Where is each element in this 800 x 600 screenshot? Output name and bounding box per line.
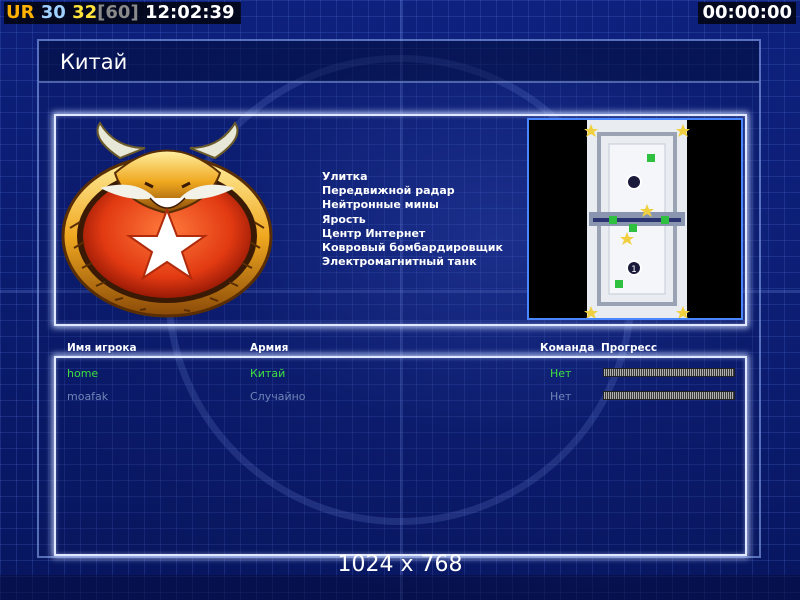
- player-progress-bar: [603, 368, 735, 377]
- player-team: Нет: [550, 390, 572, 403]
- hud-tag: UR: [6, 2, 35, 23]
- header-progress: Прогресс: [601, 342, 658, 354]
- player-army: Китай: [250, 367, 286, 380]
- unit-item: Нейтронные мины: [322, 198, 439, 212]
- header-player-name: Имя игрока: [67, 342, 137, 354]
- minimap-image: 1: [529, 120, 741, 318]
- start-position-label: 1: [631, 265, 637, 275]
- hud-clock: 12:02:39: [144, 2, 235, 23]
- hud-ping: 30: [40, 2, 66, 23]
- unit-item: Электромагнитный танк: [322, 255, 477, 269]
- player-progress-bar: [603, 391, 735, 400]
- players-panel: [54, 356, 747, 556]
- unit-item: Улитка: [322, 170, 368, 183]
- player-name: moafak: [67, 390, 109, 403]
- unit-item: Передвижной радар: [322, 184, 455, 198]
- player-army: Случайно: [250, 390, 306, 403]
- hud-game-timer: 00:00:00: [698, 2, 796, 24]
- unit-item: Ярость: [322, 212, 366, 226]
- bottom-strip: [0, 575, 800, 600]
- title-bar: [39, 41, 759, 83]
- minimap-preview: 1: [527, 118, 743, 320]
- header-team: Команда: [540, 342, 595, 354]
- page-title: Китай: [60, 50, 128, 74]
- unit-item: Ковровый бомбардировщик: [322, 241, 503, 255]
- header-army: Армия: [250, 342, 289, 354]
- china-dragon-emblem-icon: [61, 121, 273, 318]
- hud-stats: UR 30 32[60] 12:02:39: [4, 2, 241, 24]
- hud-fps-limit: [60]: [97, 2, 139, 23]
- resolution-label: 1024 x 768: [337, 552, 463, 577]
- hud-fps: 32: [72, 2, 98, 23]
- unit-item: Центр Интернет: [322, 226, 426, 240]
- faction-unit-list: Улитка Передвижной радар Нейтронные мины…: [322, 170, 503, 269]
- player-name: home: [67, 367, 99, 380]
- player-team: Нет: [550, 367, 572, 380]
